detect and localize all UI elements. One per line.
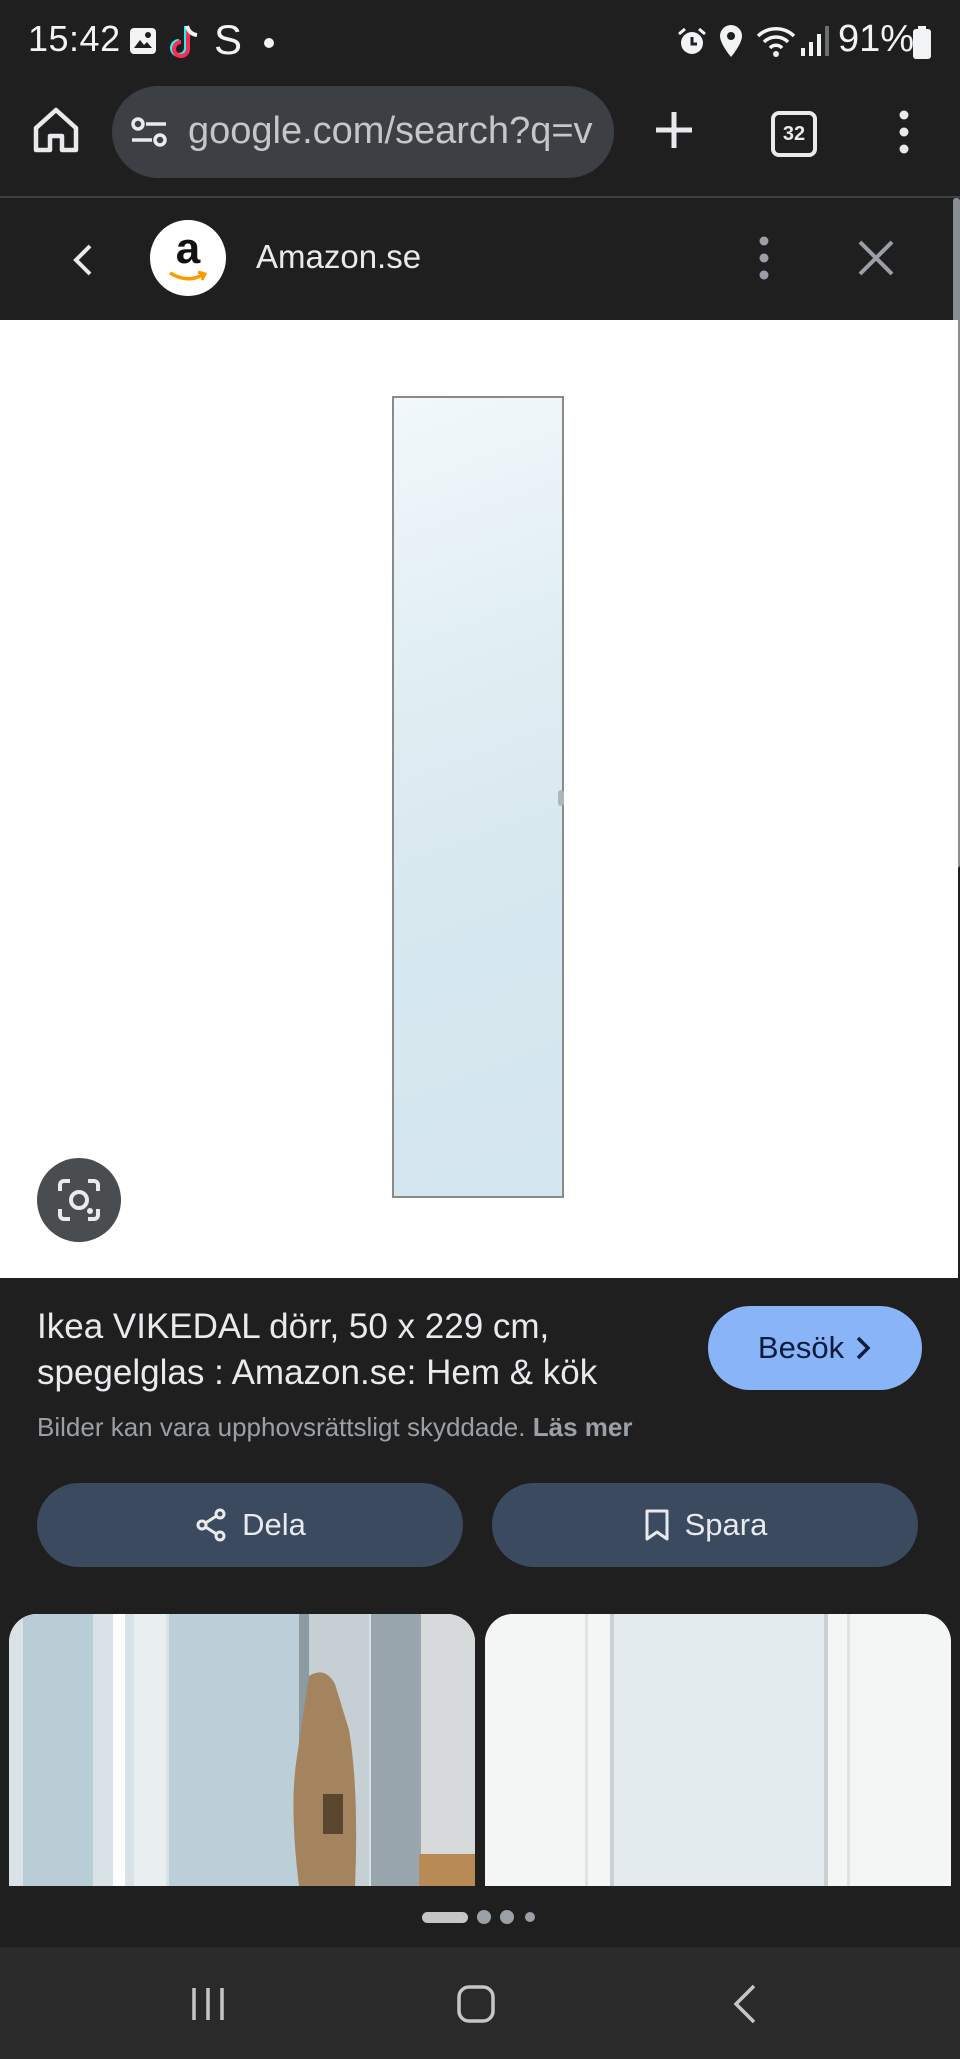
visit-button[interactable]: Besök <box>708 1306 922 1390</box>
notification-dot-icon <box>264 38 274 48</box>
site-name[interactable]: Amazon.se <box>256 238 421 276</box>
amazon-logo-letter: a <box>175 224 201 273</box>
alarm-icon <box>676 26 708 63</box>
copyright-notice: Bilder kan vara upphovsrättsligt skyddad… <box>37 1412 632 1443</box>
save-button[interactable]: Spara <box>492 1483 918 1567</box>
location-icon <box>718 24 744 63</box>
tab-switcher-button[interactable]: 32 <box>771 111 817 157</box>
pager-dot[interactable] <box>525 1912 535 1922</box>
pager-dot[interactable] <box>477 1910 491 1924</box>
bookmark-icon <box>645 1509 669 1541</box>
recent-apps-icon[interactable] <box>188 1984 228 2029</box>
google-lens-button[interactable] <box>37 1158 121 1242</box>
home-icon[interactable] <box>30 104 82 161</box>
related-image-1[interactable] <box>9 1614 475 1886</box>
status-time: 15:42 <box>28 18 121 59</box>
chevron-right-icon <box>856 1336 871 1360</box>
battery-icon <box>912 26 932 65</box>
wardrobe-photo <box>9 1614 475 1886</box>
s-app-icon: S <box>214 16 243 63</box>
share-icon <box>196 1508 226 1542</box>
learn-more-link[interactable]: Läs mer <box>533 1412 633 1442</box>
close-icon[interactable] <box>856 238 896 283</box>
wifi-icon <box>756 24 796 63</box>
related-image-2[interactable] <box>485 1614 951 1886</box>
lens-icon <box>58 1179 100 1221</box>
save-button-label: Spara <box>684 1507 768 1542</box>
pager-dot[interactable] <box>500 1910 514 1924</box>
share-button[interactable]: Dela <box>37 1483 463 1567</box>
visit-button-label: Besök <box>757 1330 845 1365</box>
mirror-door-photo <box>485 1614 951 1886</box>
tiktok-icon <box>168 22 202 67</box>
back-nav-icon[interactable] <box>730 1984 760 2029</box>
url-text[interactable]: google.com/search?q=v <box>188 110 598 153</box>
mirror-door-image <box>392 396 564 1198</box>
gallery-icon <box>128 26 158 61</box>
sheet-more-options-icon[interactable] <box>756 236 772 285</box>
amazon-logo: a <box>150 220 226 296</box>
battery-percentage: 91% <box>838 18 915 60</box>
pager-dot-active[interactable] <box>422 1912 468 1923</box>
result-title[interactable]: Ikea VIKEDAL dörr, 50 x 229 cm, spegelgl… <box>37 1304 677 1396</box>
site-settings-icon[interactable] <box>130 114 170 155</box>
back-arrow-icon[interactable] <box>68 240 98 285</box>
home-nav-icon[interactable] <box>456 1984 496 2029</box>
image-viewer-header <box>0 198 953 320</box>
more-options-icon[interactable] <box>896 110 912 159</box>
mirror-door-knob <box>558 790 564 806</box>
signal-icon <box>800 24 830 63</box>
new-tab-icon[interactable] <box>652 108 696 157</box>
copyright-text: Bilder kan vara upphovsrättsligt skyddad… <box>37 1412 526 1442</box>
share-button-label: Dela <box>242 1507 306 1542</box>
